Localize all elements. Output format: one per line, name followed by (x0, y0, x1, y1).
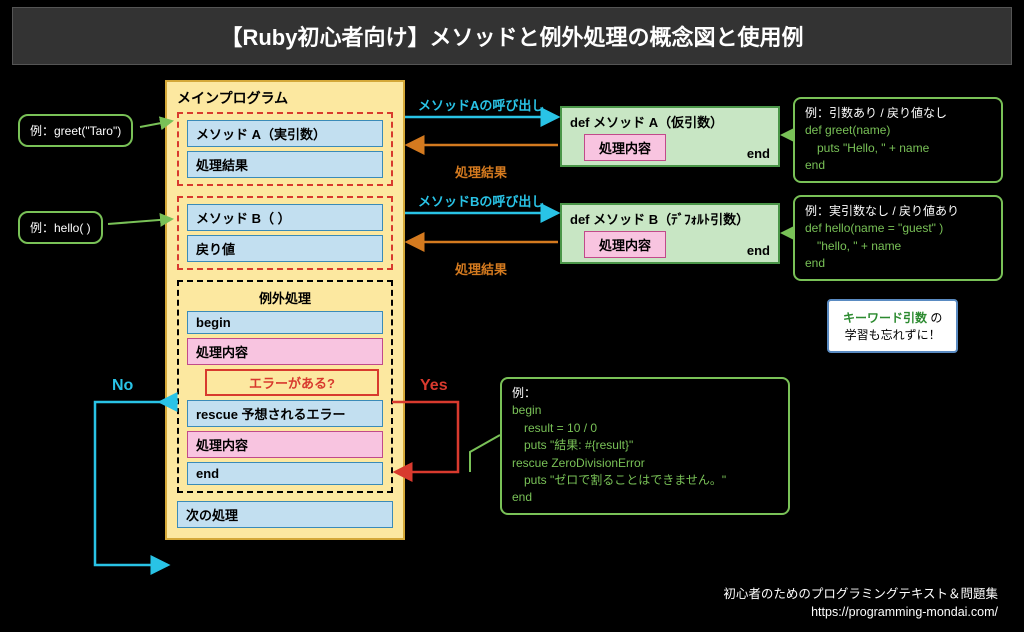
callout-b-l2: "hello, " + name (805, 238, 991, 255)
method-b-result: 戻り値 (187, 235, 383, 262)
callout-method-b: 例：実引数なし / 戻り値あり def hello(name = "guest"… (793, 195, 1003, 281)
main-program-title: メインプログラム (177, 88, 393, 108)
method-a-body: 処理内容 (584, 134, 666, 161)
label-yes: Yes (420, 377, 448, 395)
label-result-b: 処理結果 (455, 259, 507, 278)
callout-rescue-l4: rescue ZeroDivisionError (512, 455, 778, 472)
keyword-arg-kw: キーワード引数 (843, 311, 927, 325)
label-call-b: メソッドBの呼び出し (418, 191, 544, 210)
callout-method-a: 例：引数あり / 戻り値なし def greet(name) puts "Hel… (793, 97, 1003, 183)
keyword-arg-rest: の (927, 311, 942, 325)
rescue-body: 処理内容 (187, 431, 383, 458)
next-step: 次の処理 (177, 501, 393, 528)
page-title: 【Ruby初心者向け】メソッドと例外処理の概念図と使用例 (12, 7, 1012, 65)
callout-rescue-head: 例： (512, 385, 778, 402)
callout-b-head: 例：実引数なし / 戻り値あり (805, 203, 991, 220)
footer-l1: 初心者のためのプログラミングテキスト＆問題集 (723, 585, 998, 604)
label-no: No (112, 377, 133, 395)
method-b-definition: def メソッド B（ﾃﾞﾌｫﾙﾄ引数） 処理内容 end (560, 203, 780, 264)
method-a-call: メソッド A（実引数） (187, 120, 383, 147)
callout-rescue: 例： begin result = 10 / 0 puts "結果: #{res… (500, 377, 790, 515)
exception-title: 例外処理 (187, 288, 383, 307)
callout-a-l2: puts "Hello, " + name (805, 140, 991, 157)
method-b-body: 処理内容 (584, 231, 666, 258)
method-a-call-group: メソッド A（実引数） 処理結果 (177, 112, 393, 186)
rescue-line: rescue 予想されるエラー (187, 400, 383, 427)
method-b-end: end (747, 243, 770, 258)
exception-end: end (187, 462, 383, 485)
method-b-call: メソッド B（ ） (187, 204, 383, 231)
exception-begin: begin (187, 311, 383, 334)
example-hello-bubble: 例：hello( ) (18, 211, 103, 244)
callout-a-l1: def greet(name) (805, 122, 991, 139)
method-a-definition: def メソッド A（仮引数） 処理内容 end (560, 106, 780, 167)
exception-block: 例外処理 begin 処理内容 エラーがある? rescue 予想されるエラー … (177, 280, 393, 493)
callout-b-l1: def hello(name = "guest" ) (805, 220, 991, 237)
footer: 初心者のためのプログラミングテキスト＆問題集 https://programmi… (723, 585, 998, 623)
callout-rescue-l3: puts "結果: #{result}" (512, 437, 778, 454)
method-a-result: 処理結果 (187, 151, 383, 178)
callout-rescue-l5: puts "ゼロで割ることはできません。" (512, 472, 778, 489)
callout-b-l3: end (805, 255, 991, 272)
callout-rescue-l6: end (512, 489, 778, 506)
keyword-arg-note: キーワード引数 の 学習も忘れずに！ (827, 299, 958, 353)
footer-l2: https://programming-mondai.com/ (723, 603, 998, 622)
label-result-a: 処理結果 (455, 162, 507, 181)
main-program-block: メインプログラム メソッド A（実引数） 処理結果 メソッド B（ ） 戻り値 … (165, 80, 405, 540)
keyword-arg-l2: 学習も忘れずに！ (845, 328, 941, 342)
callout-a-l3: end (805, 157, 991, 174)
method-a-signature: def メソッド A（仮引数） (570, 112, 770, 131)
example-greet-bubble: 例：greet("Taro") (18, 114, 133, 147)
callout-a-head: 例：引数あり / 戻り値なし (805, 105, 991, 122)
method-b-signature: def メソッド B（ﾃﾞﾌｫﾙﾄ引数） (570, 209, 770, 228)
label-call-a: メソッドAの呼び出し (418, 95, 544, 114)
error-question: エラーがある? (205, 369, 379, 396)
callout-rescue-l1: begin (512, 402, 778, 419)
exception-body: 処理内容 (187, 338, 383, 365)
callout-rescue-l2: result = 10 / 0 (512, 420, 778, 437)
method-b-call-group: メソッド B（ ） 戻り値 (177, 196, 393, 270)
method-a-end: end (747, 146, 770, 161)
